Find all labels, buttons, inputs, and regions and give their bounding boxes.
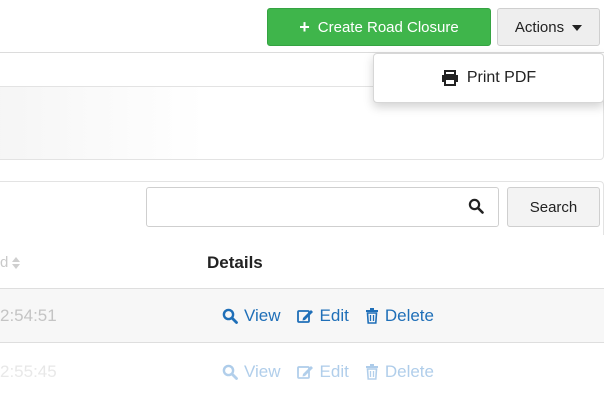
sort-icon — [12, 256, 21, 269]
delete-label: Delete — [384, 306, 434, 325]
search-input[interactable] — [146, 187, 499, 227]
actions-label: Actions — [514, 18, 565, 36]
plus-icon: + — [299, 17, 310, 37]
edit-label: Edit — [319, 306, 349, 325]
view-label: View — [244, 306, 281, 325]
printer-icon — [441, 70, 458, 86]
edit-icon — [296, 310, 313, 323]
column-header-details: Details — [207, 253, 263, 272]
print-pdf-label: Print PDF — [466, 69, 537, 86]
search-icon — [468, 198, 484, 214]
trash-icon — [365, 364, 378, 380]
search-button[interactable]: Search — [507, 187, 600, 227]
column-header-time-label: d — [0, 254, 9, 271]
menu-item-print-pdf[interactable]: Print PDF — [441, 69, 536, 87]
table-divider — [0, 342, 604, 343]
delete-link[interactable]: Delete — [365, 362, 434, 382]
column-header-time[interactable]: d — [0, 254, 21, 271]
view-link[interactable]: View — [222, 306, 281, 326]
search-button-label: Search — [529, 198, 578, 216]
delete-label: Delete — [384, 362, 434, 381]
actions-menu: Print PDF — [373, 53, 604, 103]
create-road-closure-label: Create Road Closure — [317, 18, 459, 36]
edit-link[interactable]: Edit — [296, 306, 349, 326]
search-icon — [222, 364, 238, 380]
create-road-closure-button[interactable]: + Create Road Closure — [267, 8, 491, 46]
edit-link[interactable]: Edit — [296, 362, 349, 382]
row-actions: View Edit Delete — [222, 306, 444, 326]
actions-dropdown-button[interactable]: Actions — [497, 8, 600, 46]
edit-label: Edit — [319, 362, 349, 381]
view-label: View — [244, 362, 281, 381]
row-actions: View Edit Delete — [222, 362, 444, 382]
trash-icon — [365, 308, 378, 324]
row-time: 2:55:45 — [0, 362, 57, 381]
row-time: 2:54:51 — [0, 306, 57, 325]
caret-down-icon — [572, 25, 583, 31]
edit-icon — [296, 366, 313, 379]
delete-link[interactable]: Delete — [365, 306, 434, 326]
view-link[interactable]: View — [222, 362, 281, 382]
search-icon — [222, 308, 238, 324]
